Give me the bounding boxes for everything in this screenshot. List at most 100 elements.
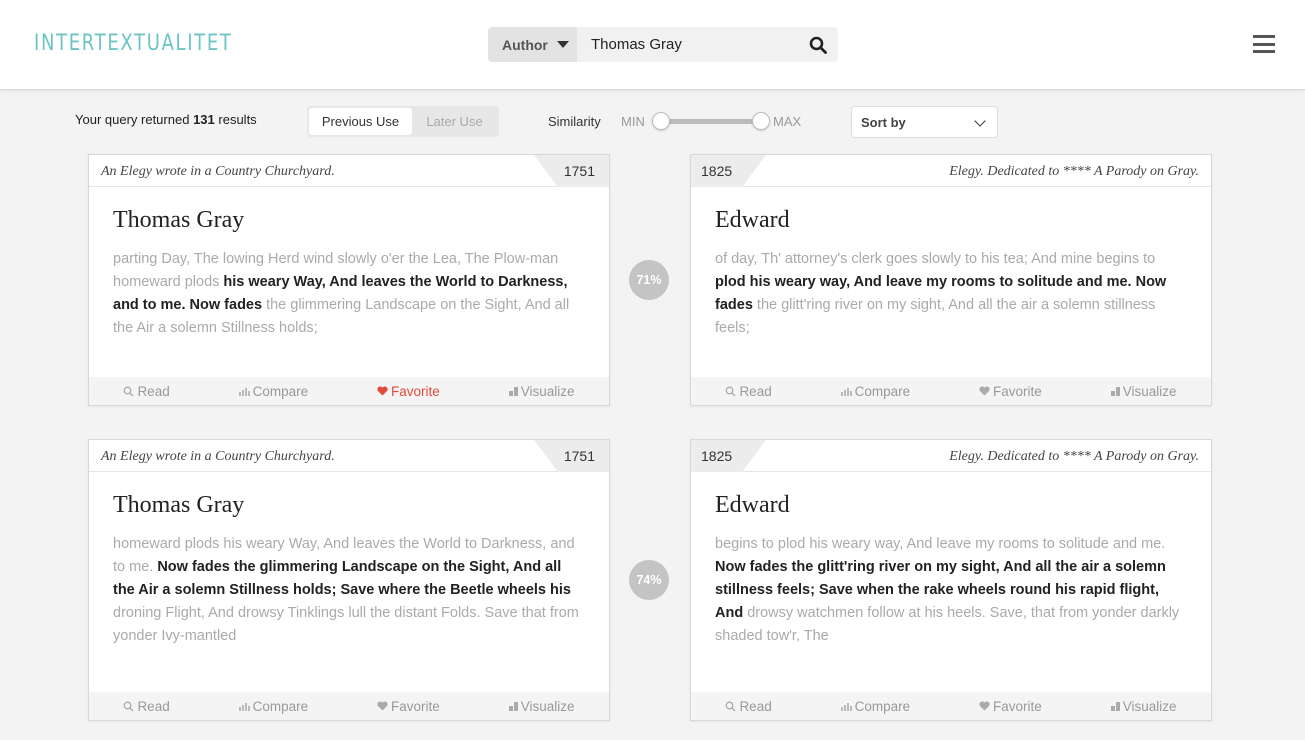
compare-button[interactable]: Compare [840, 383, 911, 399]
favorite-button[interactable]: Favorite [979, 699, 1042, 714]
sort-dropdown[interactable]: Sort by [851, 106, 998, 138]
compare-button[interactable]: Compare [238, 383, 309, 399]
visualize-button[interactable]: Visualize [508, 698, 575, 714]
favorite-button[interactable]: Favorite [377, 384, 440, 399]
compare-icon [238, 702, 250, 711]
caret-down-icon [556, 41, 569, 48]
year-tab: 1751 [534, 440, 609, 472]
search-icon [123, 701, 134, 711]
search-category-dropdown[interactable]: Author [488, 27, 577, 62]
results-count: 131 [193, 112, 215, 127]
favorite-label: Favorite [391, 383, 440, 399]
visualize-label: Visualize [520, 698, 575, 714]
year-tab: 1751 [534, 155, 609, 187]
target-card: 1825 Elegy. Dedicated to **** A Parody o… [690, 439, 1212, 721]
read-label: Read [137, 383, 170, 399]
card-header: An Elegy wrote in a Country Churchyard. … [89, 155, 609, 187]
compare-label: Compare [854, 383, 911, 399]
search-icon [725, 386, 736, 396]
compare-icon [840, 387, 852, 396]
excerpt-before: of day, Th' attorney's clerk goes slowly… [715, 251, 1156, 267]
toggle-later-use[interactable]: Later Use [412, 108, 497, 135]
similarity-min-label: MIN [621, 114, 645, 129]
heart-icon [979, 386, 990, 396]
results-summary: Your query returned 131 results [75, 112, 257, 127]
target-card: 1825 Elegy. Dedicated to **** A Parody o… [690, 154, 1212, 406]
excerpt: homeward plods his weary Way, And leaves… [113, 533, 585, 648]
read-button[interactable]: Read [725, 698, 772, 714]
compare-button[interactable]: Compare [238, 698, 309, 714]
read-label: Read [739, 383, 772, 399]
similarity-slider-track[interactable] [660, 119, 762, 124]
visualize-icon [508, 386, 518, 396]
work-title: Elegy. Dedicated to **** A Parody on Gra… [949, 449, 1199, 464]
read-button[interactable]: Read [123, 698, 170, 714]
favorite-label: Favorite [993, 383, 1042, 399]
visualize-label: Visualize [1122, 383, 1177, 399]
search-icon [809, 36, 827, 54]
similarity-label: Similarity [548, 114, 601, 129]
favorite-label: Favorite [993, 698, 1042, 714]
year-tab: 1825 [691, 155, 766, 187]
excerpt: parting Day, The lowing Herd wind slowly… [113, 248, 585, 340]
search-button[interactable] [798, 27, 838, 62]
author-name: Edward [715, 492, 790, 518]
excerpt: begins to plod his weary way, And leave … [715, 533, 1187, 648]
excerpt-after: droning Flight, And drowsy Tinklings lul… [113, 605, 579, 644]
heart-icon [377, 386, 388, 396]
search-category-label: Author [502, 36, 548, 53]
read-button[interactable]: Read [725, 383, 772, 399]
year-label: 1751 [563, 448, 595, 464]
read-button[interactable]: Read [123, 383, 170, 399]
hamburger-menu-icon[interactable] [1253, 35, 1275, 53]
visualize-button[interactable]: Visualize [1110, 698, 1177, 714]
visualize-button[interactable]: Visualize [1110, 383, 1177, 399]
heart-icon [979, 701, 990, 711]
search-input[interactable] [577, 27, 798, 62]
visualize-button[interactable]: Visualize [508, 384, 575, 399]
similarity-min-handle[interactable] [652, 112, 670, 130]
favorite-label: Favorite [391, 698, 440, 714]
card-actions: Read Compare Favorite Visualize [89, 377, 609, 405]
excerpt: of day, Th' attorney's clerk goes slowly… [715, 248, 1187, 340]
work-title: An Elegy wrote in a Country Churchyard. [101, 449, 335, 464]
favorite-button[interactable]: Favorite [377, 699, 440, 714]
chevron-down-icon [974, 115, 986, 127]
excerpt-after: drowsy watchmen follow at his heels. Sav… [715, 605, 1180, 644]
author-name: Thomas Gray [113, 207, 245, 233]
logo[interactable]: INTERTEXTUALITET [34, 31, 233, 56]
author-name: Thomas Gray [113, 492, 245, 518]
compare-label: Compare [854, 698, 911, 714]
read-label: Read [739, 698, 772, 714]
heart-icon [377, 701, 388, 711]
source-card: An Elegy wrote in a Country Churchyard. … [88, 154, 610, 406]
card-actions: Read Compare Favorite Visualize [691, 377, 1211, 405]
card-actions: Read Compare Favorite Visualize [691, 692, 1211, 720]
read-label: Read [137, 698, 170, 714]
visualize-label: Visualize [1122, 698, 1177, 714]
excerpt-before: begins to plod his weary way, And leave … [715, 536, 1166, 552]
card-body: Thomas Gray homeward plods his weary Way… [89, 472, 609, 648]
search-icon [123, 386, 134, 396]
app-header: INTERTEXTUALITET Author [0, 0, 1305, 90]
card-header: 1825 Elegy. Dedicated to **** A Parody o… [691, 440, 1211, 472]
results-prefix: Your query returned [75, 112, 190, 127]
card-header: An Elegy wrote in a Country Churchyard. … [89, 440, 609, 472]
visualize-icon [508, 701, 518, 711]
similarity-max-label: MAX [773, 114, 802, 129]
year-label: 1825 [701, 163, 733, 179]
visualize-icon [1110, 701, 1120, 711]
work-title: Elegy. Dedicated to **** A Parody on Gra… [949, 164, 1199, 179]
direction-toggle: Previous Use Later Use [307, 106, 499, 137]
compare-button[interactable]: Compare [840, 698, 911, 714]
work-title: An Elegy wrote in a Country Churchyard. [101, 164, 335, 179]
similarity-badge: 74% [629, 560, 669, 600]
favorite-button[interactable]: Favorite [979, 384, 1042, 399]
results-toolbar: Your query returned 131 results Previous… [0, 106, 1305, 138]
excerpt-match: Now fades the glimmering Landscape on th… [113, 559, 571, 598]
toggle-previous-use[interactable]: Previous Use [309, 108, 412, 135]
similarity-max-handle[interactable] [752, 112, 770, 130]
compare-icon [238, 387, 250, 396]
compare-label: Compare [252, 383, 309, 399]
compare-label: Compare [252, 698, 309, 714]
